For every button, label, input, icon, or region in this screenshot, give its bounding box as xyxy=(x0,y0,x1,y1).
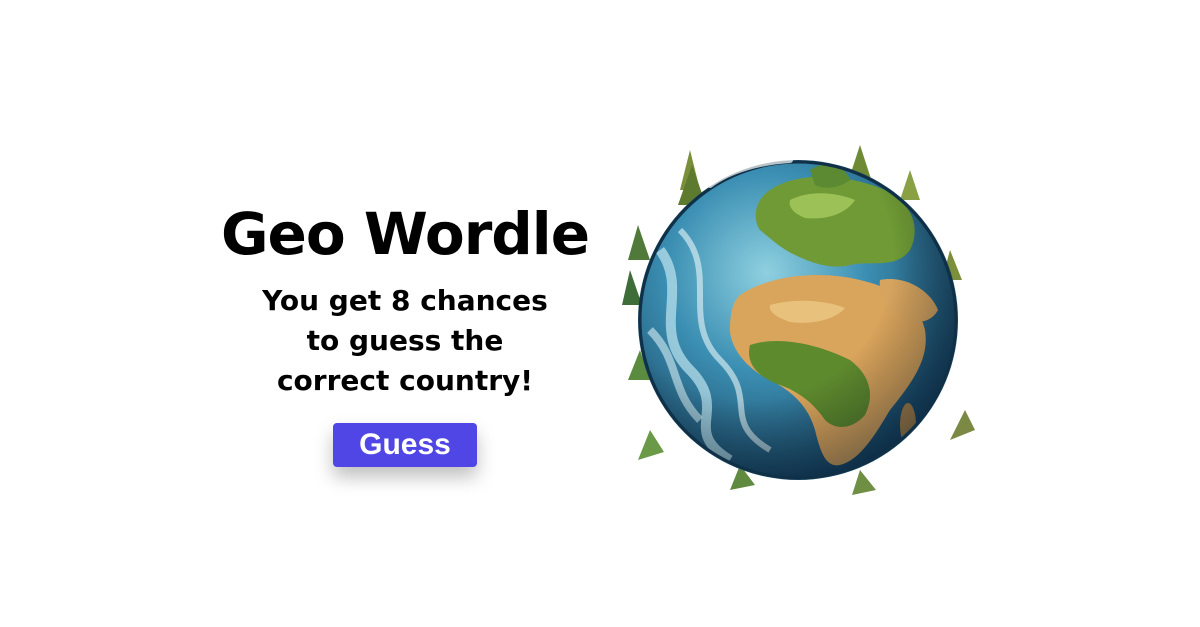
earth-globe-illustration xyxy=(620,130,980,500)
tagline-line-2: to guess the xyxy=(306,324,504,357)
tagline-line-1: You get 8 chances xyxy=(262,284,548,317)
globe-icon xyxy=(622,145,975,495)
tagline-line-3: correct country! xyxy=(276,364,534,397)
tagline: You get 8 chances to guess the correct c… xyxy=(195,281,615,401)
guess-button[interactable]: Guess xyxy=(333,423,477,467)
hero-text-block: Geo Wordle You get 8 chances to guess th… xyxy=(195,195,615,467)
page-title: Geo Wordle xyxy=(220,200,590,268)
